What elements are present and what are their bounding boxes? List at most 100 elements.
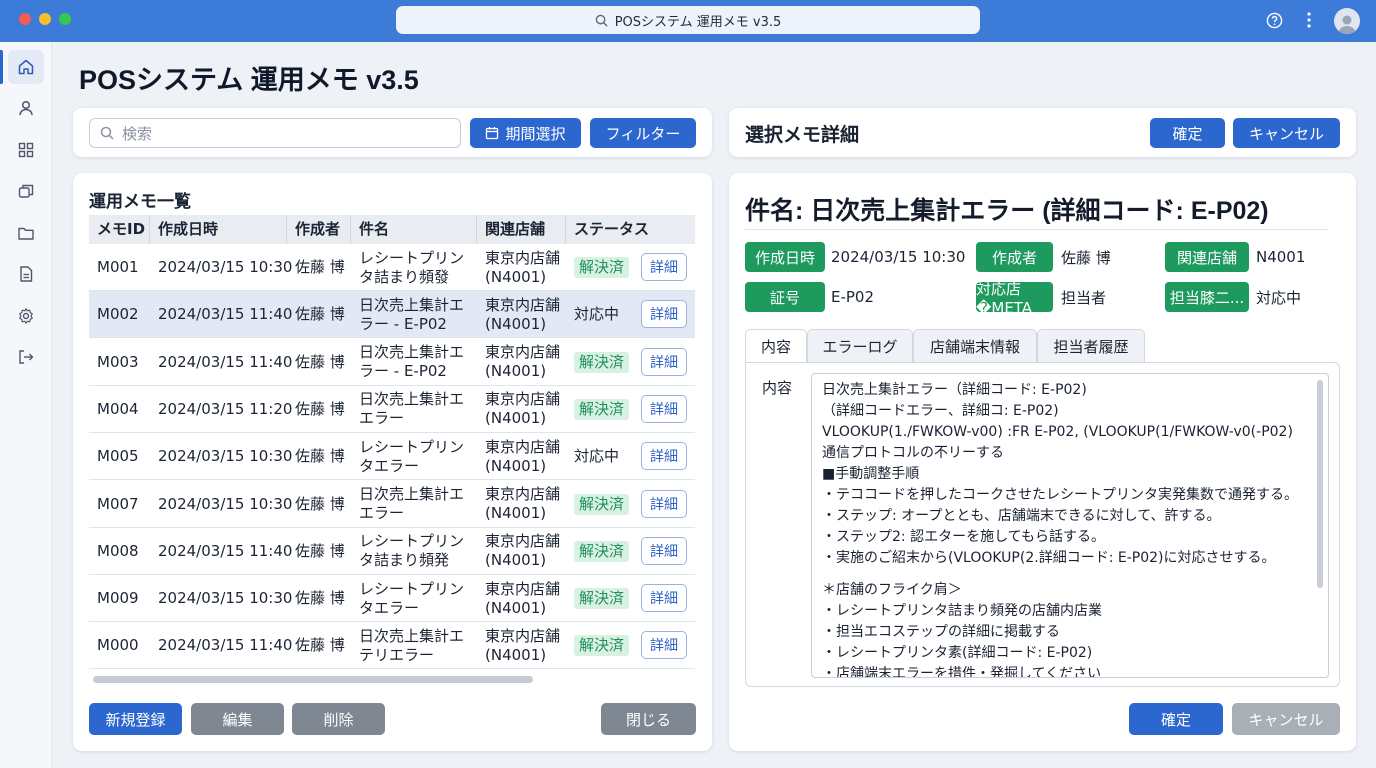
cell-store: 東京内店舗 (N4001) (477, 481, 560, 528)
content-line: ・実施のご紹末から(VLOOKUP(2.詳細コード: E-P02)に対応させする… (822, 550, 1276, 566)
header-cancel-button[interactable]: キャンセル (1233, 118, 1340, 148)
header-confirm-button[interactable]: 確定 (1150, 118, 1225, 148)
tab-owner-history[interactable]: 担当者履歴 (1037, 329, 1145, 362)
table-row[interactable]: M004 2024/03/15 11:20 佐藤 博日次売上集計エ エラー 東京内店舗(… (89, 386, 695, 433)
horizontal-scrollbar[interactable] (93, 676, 533, 683)
address-bar[interactable]: POSシステム 運用メモ v3.5 (396, 6, 980, 34)
column-header-status[interactable]: ステータス (566, 215, 695, 244)
cell-subject-line: タ詰まり頻発 (359, 551, 450, 570)
row-detail-button[interactable]: 詳細 (641, 300, 687, 329)
table-row[interactable]: M003 2024/03/15 11:40 佐藤 博日次売上集計エ ラー - E-P0… (89, 339, 695, 386)
table-row[interactable]: M009 2024/03/15 10:30 佐藤 博レシートプリン タエラー 東京内店舗… (89, 575, 695, 623)
column-header-date[interactable]: 作成日時 (150, 215, 287, 244)
content-text: 日次売上集計エラー（詳細コード: E-P02) （詳細コードエラー、詳細コ: E-… (822, 380, 1312, 677)
detail-card: 件名: 日次売上集計エラー (詳細コード: E-P02) 作成日時 2024/0… (729, 173, 1356, 751)
meta-created-label: 作成日時 (745, 242, 825, 272)
content-textarea[interactable]: 日次売上集計エラー（詳細コード: E-P02) （詳細コードエラー、詳細コ: E-… (811, 373, 1329, 678)
content-line: ・ステップ: オープととも、店舗端末できるに対して、許する。 (822, 508, 1221, 524)
column-header-author[interactable]: 作成者 (287, 215, 351, 244)
cell-id: M001 (97, 258, 139, 276)
sidebar-item-settings[interactable] (8, 299, 44, 333)
cell-subject: 日次売上集計エ エラー (351, 386, 464, 433)
tab-content[interactable]: 内容 (745, 329, 807, 363)
filter-button[interactable]: フィルター (590, 118, 696, 148)
content-label: 内容 (762, 379, 793, 397)
tab-terminal-info[interactable]: 店舗端末情報 (913, 329, 1037, 362)
cell-store-line: (N4001) (485, 551, 547, 570)
sidebar-item-home[interactable] (8, 50, 44, 84)
content-line: ＊店舗のフライク肩＞ (822, 582, 962, 598)
status-badge: 対応中 (574, 305, 620, 324)
sidebar-item-dashboard[interactable] (8, 133, 44, 167)
row-detail-button[interactable]: 詳細 (641, 347, 687, 376)
footer-confirm-button[interactable]: 確定 (1129, 703, 1223, 735)
sidebar-item-layers[interactable] (8, 174, 44, 208)
cell-store-line: (N4001) (485, 409, 547, 428)
content-line: 日次売上集計エラー（詳細コード: E-P02) (822, 382, 1087, 398)
row-detail-button[interactable]: 詳細 (641, 394, 687, 423)
delete-button[interactable]: 削除 (292, 703, 385, 735)
row-detail-button[interactable]: 詳細 (641, 536, 687, 565)
row-detail-button[interactable]: 詳細 (641, 442, 687, 471)
logout-icon (19, 350, 34, 364)
cell-store-line: 東京内店舗 (485, 626, 561, 645)
new-memo-button[interactable]: 新規登録 (89, 703, 182, 735)
content-line (822, 569, 1312, 580)
column-header-store[interactable]: 関連店舗 (477, 215, 566, 244)
row-detail-button[interactable]: 詳細 (641, 631, 687, 660)
column-header-id[interactable]: メモID (89, 215, 150, 244)
cell-subject: レシートプリン タ詰まり頻發 (351, 244, 464, 291)
content-line: ・ステップ2: 認エターを施してもら話する。 (822, 529, 1105, 545)
cell-date: 2024/03/15 10:30 (158, 494, 293, 513)
sidebar-item-folder[interactable] (8, 216, 44, 250)
edit-button[interactable]: 編集 (191, 703, 284, 735)
column-header-subject[interactable]: 件名 (351, 215, 477, 244)
search-icon (595, 14, 608, 27)
period-select-button[interactable]: 期間選択 (470, 118, 581, 148)
table-row[interactable]: M001 2024/03/15 10:30 佐藤 博レシートプリン タ詰まり頻發 東京内… (89, 244, 695, 291)
table-header: メモID 作成日時 作成者 件名 関連店舗 ステータス (89, 215, 695, 244)
cell-store: 東京内店舗 (N4001) (477, 244, 560, 291)
row-detail-button[interactable]: 詳細 (641, 584, 687, 613)
avatar[interactable] (1334, 8, 1360, 34)
user-icon (19, 100, 33, 116)
help-icon[interactable] (1264, 10, 1284, 30)
row-detail-button[interactable]: 詳細 (641, 253, 687, 281)
table-row[interactable]: M007 2024/03/15 10:30 佐藤 博日次売上集計エ エラー 東京内店舗(… (89, 481, 695, 528)
cell-store: 東京内店舗 (N4001) (477, 433, 560, 480)
close-button[interactable]: 閉じる (601, 703, 696, 735)
cell-author: 佐藤 博 (295, 636, 345, 655)
cell-store-line: (N4001) (485, 362, 547, 381)
table-row[interactable]: M002 2024/03/15 11:40 佐藤 博日次売上集計エ ラー - E-P0… (89, 291, 695, 339)
cell-subject: 日次売上集計エ エラー (351, 481, 464, 528)
cell-store: 東京内店舗 (N4001) (477, 528, 560, 575)
status-badge: 解決済 (574, 588, 630, 610)
close-window-button[interactable] (19, 13, 31, 25)
minimize-window-button[interactable] (39, 13, 51, 25)
home-icon (18, 59, 34, 75)
cell-store: 東京内店舗 (N4001) (477, 291, 560, 338)
footer-cancel-button[interactable]: キャンセル (1232, 703, 1340, 735)
meta-owner-value: 対応中 (1256, 288, 1302, 307)
cell-id: M007 (97, 494, 139, 513)
cell-author: 佐藤 博 (295, 352, 345, 371)
search-input[interactable]: 検索 (89, 118, 461, 148)
sidebar-item-document[interactable] (8, 257, 44, 291)
row-detail-button[interactable]: 詳細 (641, 489, 687, 518)
cell-date: 2024/03/15 11:40 (158, 636, 293, 655)
detail-header-card: 選択メモ詳細 確定 キャンセル (729, 108, 1356, 157)
layers-icon (18, 184, 34, 198)
folder-icon (18, 227, 34, 240)
table-row[interactable]: M008 2024/03/15 11:40 佐藤 博レシートプリン タ詰まり頻発 東京内… (89, 528, 695, 575)
tab-error-log[interactable]: エラーログ (807, 329, 913, 362)
table-row[interactable]: M005 2024/03/15 10:30 佐藤 博レシートプリン タエラー 東京内店舗… (89, 433, 695, 481)
more-vertical-icon[interactable] (1299, 10, 1319, 30)
maximize-window-button[interactable] (59, 13, 71, 25)
cell-store-line: 東京内店舗 (485, 390, 561, 409)
cell-store: 東京内店舗 (N4001) (477, 386, 560, 433)
sidebar-item-user[interactable] (8, 91, 44, 125)
table-row[interactable]: M000 2024/03/15 11:40 佐藤 博日次売上集計エ テリエラー 東京内店… (89, 622, 695, 670)
sidebar-item-logout[interactable] (8, 340, 44, 374)
vertical-scrollbar[interactable] (1317, 380, 1323, 588)
tab-panel: 内容 日次売上集計エラー（詳細コード: E-P02) （詳細コードエラー、詳細コ:… (745, 362, 1340, 687)
